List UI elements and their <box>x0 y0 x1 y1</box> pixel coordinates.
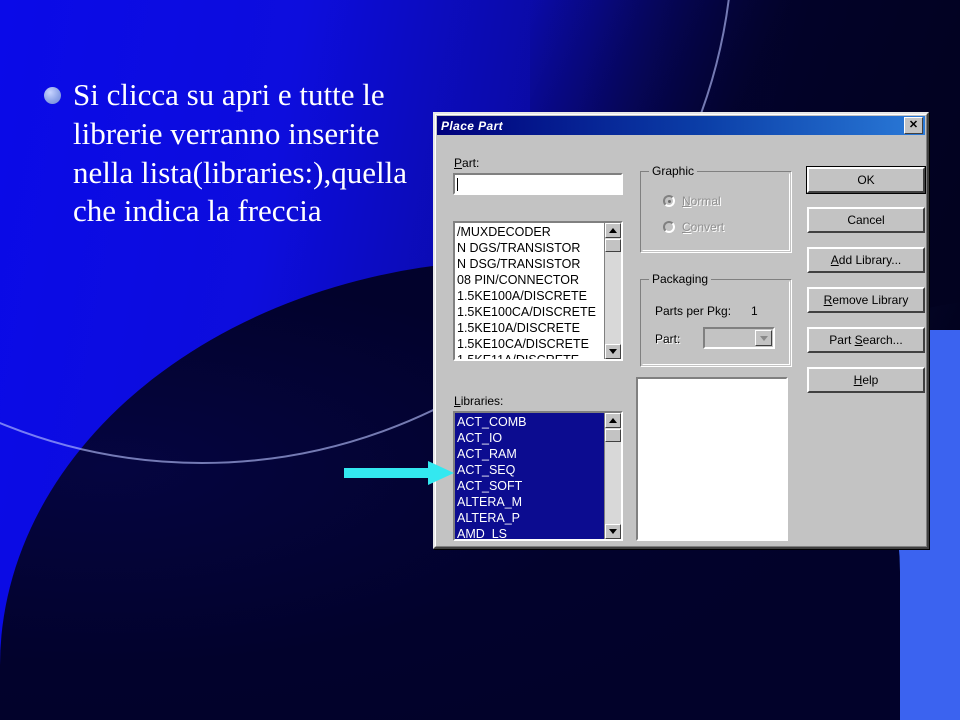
list-item[interactable]: ACT_RAM <box>457 446 604 462</box>
add-library-button[interactable]: Add Library... <box>807 247 925 273</box>
parts-per-pkg-value: 1 <box>751 304 758 318</box>
parts-listbox[interactable]: /MUXDECODER N DGS/TRANSISTOR N DSG/TRANS… <box>453 221 623 361</box>
dialog-title: Place Part <box>441 118 504 133</box>
remove-library-button[interactable]: Remove Library <box>807 287 925 313</box>
bullet-text: Si clicca su apri e tutte le librerie ve… <box>73 77 407 229</box>
part-search-button[interactable]: Part Search... <box>807 327 925 353</box>
graphic-groupbox: Graphic Normal Convert <box>640 164 792 253</box>
button-label: Cancel <box>847 213 885 227</box>
radio-convert[interactable]: Convert <box>663 220 724 234</box>
parts-scroll-thumb[interactable] <box>605 239 621 252</box>
list-item[interactable]: N DSG/TRANSISTOR <box>457 256 604 272</box>
parts-list-items[interactable]: /MUXDECODER N DGS/TRANSISTOR N DSG/TRANS… <box>455 223 604 359</box>
libraries-label: Libraries: <box>454 394 504 408</box>
ok-button[interactable]: OK <box>806 166 926 194</box>
button-label: OK <box>857 173 875 187</box>
part-preview-panel <box>636 377 788 541</box>
radio-normal[interactable]: Normal <box>663 194 721 208</box>
list-item[interactable]: ACT_SOFT <box>457 478 604 494</box>
scroll-up-icon[interactable] <box>605 223 621 238</box>
libraries-scroll-track[interactable] <box>605 428 621 524</box>
list-item[interactable]: 08 PIN/CONNECTOR <box>457 272 604 288</box>
list-item[interactable]: AMD_LS <box>457 526 604 539</box>
part-input[interactable] <box>453 173 623 195</box>
packaging-group-title: Packaging <box>649 272 712 286</box>
cancel-button[interactable]: Cancel <box>807 207 925 233</box>
slide-canvas: Si clicca su apri e tutte le librerie ve… <box>0 0 960 720</box>
libraries-listbox[interactable]: ACT_COMB ACT_IO ACT_RAM ACT_SEQ ACT_SOFT ALTE… <box>453 411 623 541</box>
list-item[interactable]: 1.5KE100CA/DISCRETE <box>457 304 604 320</box>
list-item[interactable]: ACT_IO <box>457 430 604 446</box>
button-label: Remove Library <box>823 293 909 307</box>
scroll-up-icon[interactable] <box>605 413 621 428</box>
libraries-list-items[interactable]: ACT_COMB ACT_IO ACT_RAM ACT_SEQ ACT_SOFT ALTE… <box>455 413 604 539</box>
list-item[interactable]: 1.5KE11A/DISCRETE <box>457 352 604 359</box>
packaging-part-label: Part: <box>655 332 681 346</box>
parts-list-scrollbar[interactable] <box>604 223 621 359</box>
list-item[interactable]: 1.5KE100A/DISCRETE <box>457 288 604 304</box>
scroll-down-icon[interactable] <box>605 524 621 539</box>
chevron-down-icon[interactable] <box>755 330 772 346</box>
packaging-groupbox: Packaging Parts per Pkg: 1 Part: <box>640 272 792 367</box>
right-arrow-icon <box>344 461 454 485</box>
dialog-titlebar[interactable]: Place Part ✕ <box>437 116 925 135</box>
list-item[interactable]: ALTERA_P <box>457 510 604 526</box>
place-part-dialog: Place Part ✕ Part: /MUXDECODER N DGS/TRA… <box>433 112 929 549</box>
radio-normal-icon[interactable] <box>663 195 675 207</box>
scroll-down-icon[interactable] <box>605 344 621 359</box>
libraries-list-scrollbar[interactable] <box>604 413 621 539</box>
button-label: Add Library... <box>830 253 902 267</box>
parts-scroll-track[interactable] <box>605 238 621 344</box>
list-item[interactable]: ACT_COMB <box>457 414 604 430</box>
bullet-paragraph: Si clicca su apri e tutte le librerie ve… <box>44 76 444 231</box>
parts-per-pkg-label: Parts per Pkg: <box>655 304 732 318</box>
list-item[interactable]: ACT_SEQ <box>457 462 604 478</box>
close-icon[interactable]: ✕ <box>904 117 923 134</box>
libraries-scroll-thumb[interactable] <box>605 429 621 442</box>
packaging-part-combo[interactable] <box>703 327 775 349</box>
dialog-body: Part: /MUXDECODER N DGS/TRANSISTOR N DSG… <box>438 137 926 544</box>
text-caret <box>457 177 458 191</box>
part-label: Part: <box>454 156 480 170</box>
radio-convert-icon[interactable] <box>663 221 675 233</box>
list-item[interactable]: N DGS/TRANSISTOR <box>457 240 604 256</box>
button-label: Part Search... <box>829 333 903 347</box>
list-item[interactable]: 1.5KE10A/DISCRETE <box>457 320 604 336</box>
list-item[interactable]: 1.5KE10CA/DISCRETE <box>457 336 604 352</box>
help-button[interactable]: Help <box>807 367 925 393</box>
graphic-group-title: Graphic <box>649 164 698 178</box>
button-label: Help <box>853 373 879 387</box>
list-item[interactable]: ALTERA_M <box>457 494 604 510</box>
radio-convert-label: Convert <box>682 220 725 234</box>
list-item[interactable]: /MUXDECODER <box>457 224 604 240</box>
bullet-dot-icon <box>44 87 61 104</box>
radio-normal-label: Normal <box>682 194 721 208</box>
